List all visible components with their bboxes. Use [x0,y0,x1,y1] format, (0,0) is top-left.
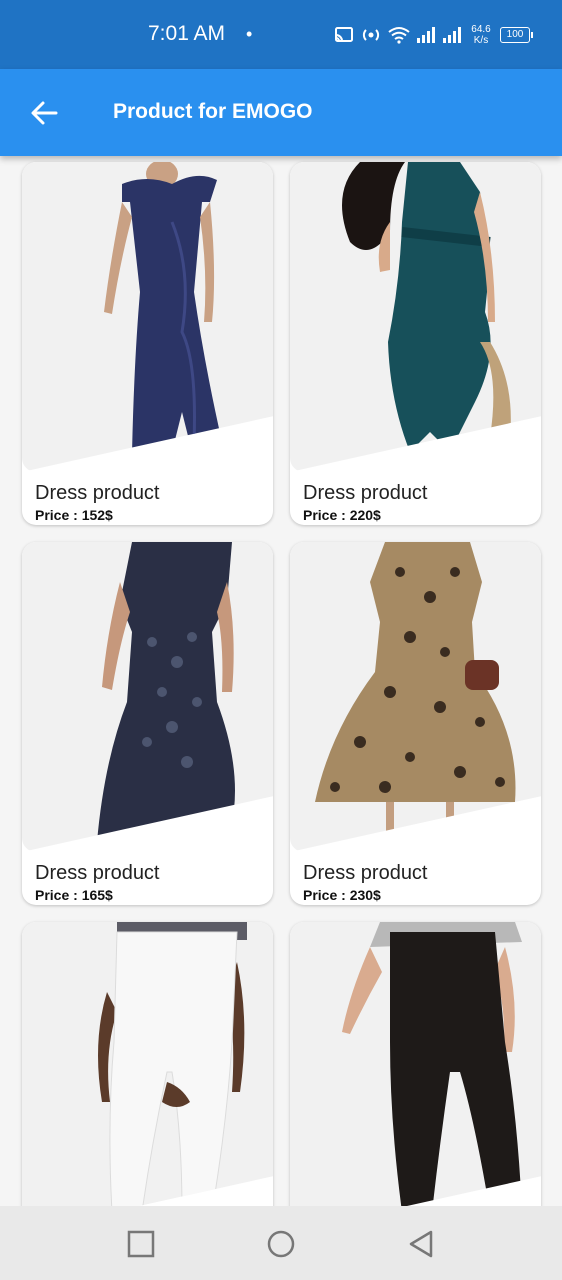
system-nav-bar [0,1206,562,1280]
product-name: Dress product [35,482,160,504]
product-price: Price : 220$ [303,507,381,523]
product-card[interactable]: Dress product Price : 230$ [290,542,541,905]
network-speed-value: 64.6 [471,24,491,35]
arrow-left-icon[interactable] [28,97,60,129]
status-bar: 7:01 AM • 64.6 K/s 100 [0,0,562,69]
signal-icon-2 [443,27,461,43]
app-bar: Product for EMOGO [0,69,562,156]
wifi-icon [388,27,410,44]
status-icons: 64.6 K/s 100 [334,20,533,50]
page-title: Product for EMOGO [113,100,313,123]
product-card[interactable]: Dress product Price : 165$ [22,542,273,905]
network-speed: 64.6 K/s [468,24,494,46]
cast-icon [335,27,353,42]
product-price: Price : 230$ [303,887,381,903]
network-speed-unit: K/s [473,35,489,46]
triangle-back-icon[interactable] [405,1228,437,1260]
product-image-teal-wrap-dress [290,162,541,472]
product-image-navy-gown [22,162,273,472]
product-name: Dress product [35,862,160,884]
product-card[interactable] [22,922,273,1206]
square-icon[interactable] [125,1228,157,1260]
circle-icon[interactable] [265,1228,297,1260]
hotspot-icon [362,29,380,41]
product-image-leopard-midi-dress [290,542,541,852]
product-image-beaded-navy-gown [22,542,273,852]
status-notification-dot: • [246,24,253,44]
product-name: Dress product [303,482,428,504]
signal-icon [417,27,435,43]
product-grid[interactable]: Dress product Price : 152$ Dress product… [0,156,562,1206]
battery-indicator: 100 [500,27,533,43]
product-price: Price : 165$ [35,887,113,903]
product-image-black-leggings [290,922,541,1206]
product-name: Dress product [303,862,428,884]
product-card[interactable]: Dress product Price : 152$ [22,162,273,525]
product-image-white-jeans [22,922,273,1206]
product-card[interactable] [290,922,541,1206]
product-price: Price : 152$ [35,507,113,523]
product-card[interactable]: Dress product Price : 220$ [290,162,541,525]
status-time: 7:01 AM [148,22,226,45]
